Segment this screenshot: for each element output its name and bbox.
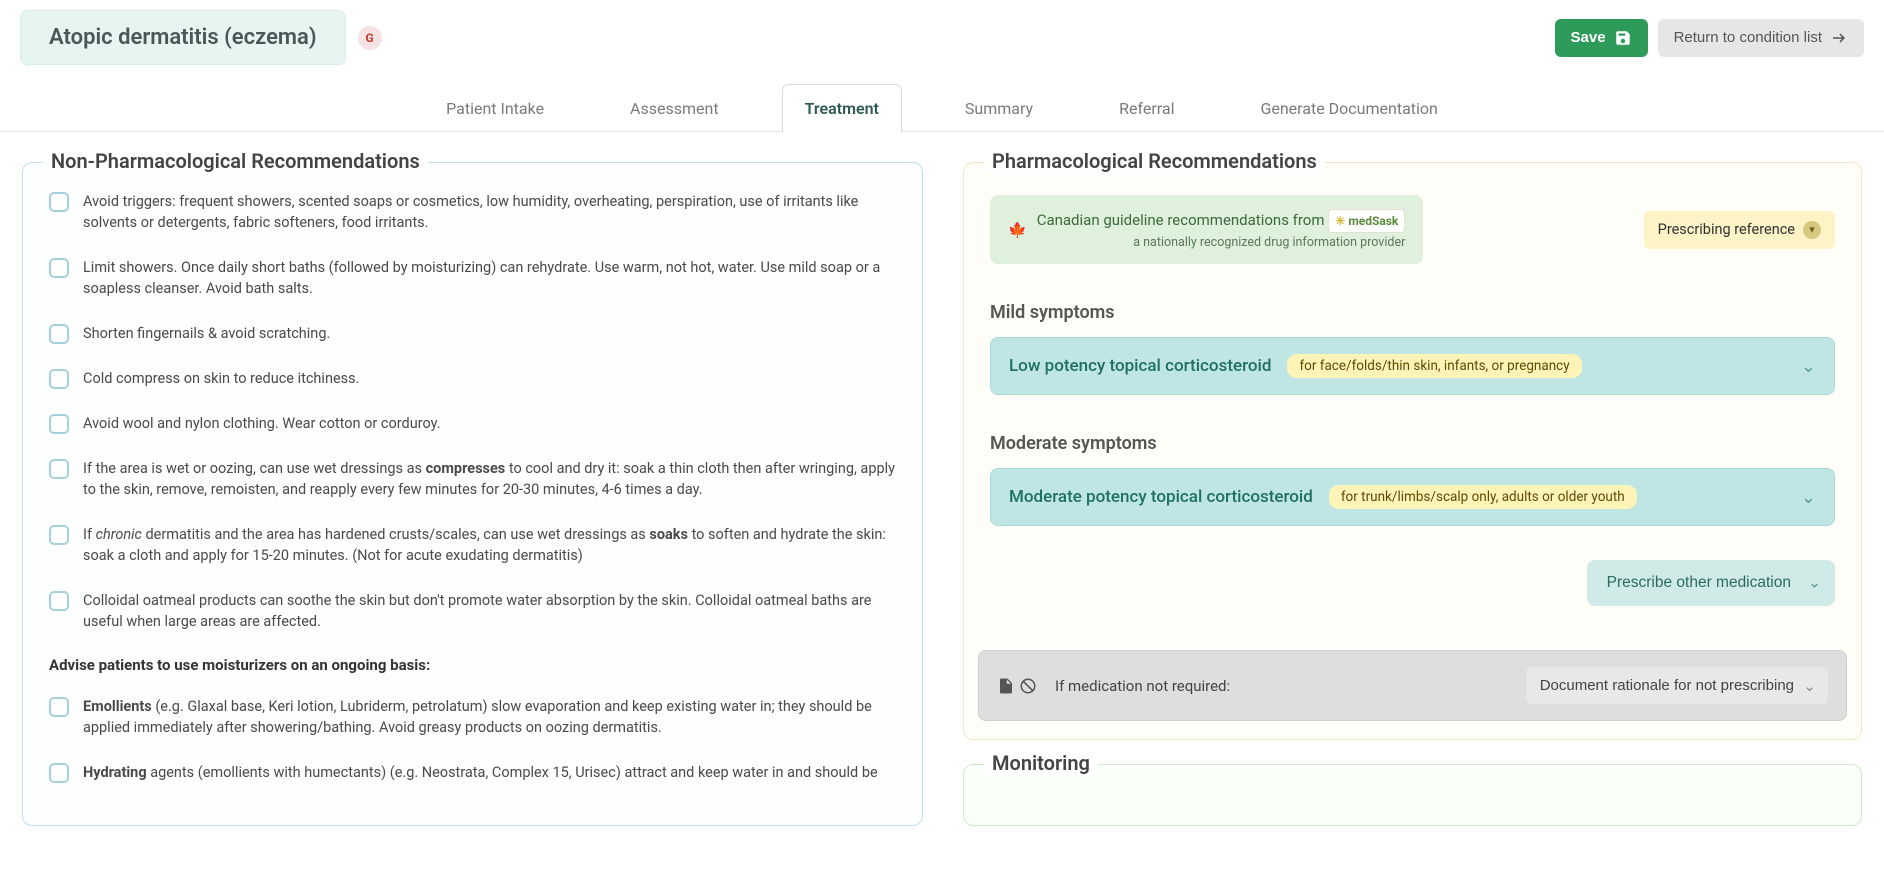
tab-patient-intake[interactable]: Patient Intake — [423, 84, 567, 132]
check-row: Emollients (e.g. Glaxal base, Keri lotio… — [49, 696, 896, 738]
checkbox[interactable] — [49, 591, 69, 611]
document-rationale-button[interactable]: Document rationale for not prescribing ⌄ — [1526, 667, 1828, 704]
chevron-down-icon: ⌄ — [1801, 487, 1816, 508]
tab-summary[interactable]: Summary — [942, 84, 1056, 132]
medication-title: Moderate potency topical corticosteroid — [1009, 487, 1313, 507]
check-text: Cold compress on skin to reduce itchines… — [83, 368, 359, 389]
return-button[interactable]: Return to condition list — [1658, 19, 1864, 57]
nonpharm-checklist: Avoid triggers: frequent showers, scente… — [23, 187, 922, 783]
prescribe-other-button[interactable]: Prescribe other medication ⌄ — [1587, 560, 1835, 606]
medication-card[interactable]: Low potency topical corticosteroid for fa… — [990, 337, 1835, 395]
medsask-badge: ✳ medSask — [1328, 209, 1405, 233]
nonpharm-panel: Non-Pharmacological Recommendations Avoi… — [22, 162, 923, 826]
check-row: Avoid wool and nylon clothing. Wear cott… — [49, 413, 896, 434]
document-rationale-label: Document rationale for not prescribing — [1540, 677, 1794, 694]
rationale-bar: If medication not required: Document rat… — [978, 650, 1847, 721]
rationale-icons — [997, 677, 1037, 695]
check-row: If the area is wet or oozing, can use we… — [49, 458, 896, 500]
prescribing-reference-label: Prescribing reference — [1658, 221, 1795, 238]
chevron-down-icon: ⌄ — [1803, 677, 1816, 695]
medication-tag: for trunk/limbs/scalp only, adults or ol… — [1329, 485, 1637, 509]
check-text: Avoid triggers: frequent showers, scente… — [83, 191, 896, 233]
check-row: Shorten fingernails & avoid scratching. — [49, 323, 896, 344]
tab-generate-documentation[interactable]: Generate Documentation — [1237, 84, 1460, 132]
check-text: Colloidal oatmeal products can soothe th… — [83, 590, 896, 632]
pharm-title: Pharmacological Recommendations — [984, 149, 1325, 173]
check-text: Hydrating agents (emollients with humect… — [83, 762, 878, 783]
check-text: If the area is wet or oozing, can use we… — [83, 458, 896, 500]
save-icon — [1614, 29, 1632, 47]
check-text: Shorten fingernails & avoid scratching. — [83, 323, 330, 344]
check-row: If chronic dermatitis and the area has h… — [49, 524, 896, 566]
right-column: Pharmacological Recommendations 🍁 Canadi… — [963, 162, 1862, 826]
return-button-label: Return to condition list — [1674, 29, 1822, 46]
medication-tag: for face/folds/thin skin, infants, or pr… — [1287, 354, 1581, 378]
topbar: Atopic dermatitis (eczema) G Save Return… — [0, 0, 1884, 65]
no-icon — [1019, 677, 1037, 695]
check-row: Limit showers. Once daily short baths (f… — [49, 257, 896, 299]
monitoring-title: Monitoring — [984, 751, 1098, 775]
document-icon — [997, 677, 1015, 695]
topbar-left: Atopic dermatitis (eczema) G — [20, 10, 382, 65]
arrow-right-icon — [1830, 29, 1848, 47]
guideline-banner: 🍁 Canadian guideline recommendations fro… — [990, 195, 1835, 264]
status-badge: G — [358, 26, 382, 50]
tab-assessment[interactable]: Assessment — [607, 84, 742, 132]
tab-referral[interactable]: Referral — [1096, 84, 1197, 132]
prescribing-reference-button[interactable]: Prescribing reference ▾ — [1644, 211, 1835, 249]
checkbox[interactable] — [49, 414, 69, 434]
chevron-down-icon: ⌄ — [1808, 574, 1821, 593]
nonpharm-title: Non-Pharmacological Recommendations — [43, 149, 428, 173]
checkbox[interactable] — [49, 324, 69, 344]
checkbox[interactable] — [49, 258, 69, 278]
maple-leaf-icon: 🍁 — [1008, 221, 1027, 239]
check-row: Cold compress on skin to reduce itchines… — [49, 368, 896, 389]
checkbox[interactable] — [49, 525, 69, 545]
prescribe-other-label: Prescribe other medication — [1607, 574, 1791, 591]
check-text: Limit showers. Once daily short baths (f… — [83, 257, 896, 299]
checkbox[interactable] — [49, 369, 69, 389]
chevron-down-icon: ▾ — [1803, 221, 1821, 239]
medication-card[interactable]: Moderate potency topical corticosteroid f… — [990, 468, 1835, 526]
pharm-panel: Pharmacological Recommendations 🍁 Canadi… — [963, 162, 1862, 740]
chevron-down-icon: ⌄ — [1801, 356, 1816, 377]
guideline-text: Canadian guideline recommendations from … — [1037, 211, 1406, 229]
other-medication-row: Prescribe other medication ⌄ — [990, 560, 1835, 606]
guideline-pill: 🍁 Canadian guideline recommendations fro… — [990, 195, 1423, 264]
save-button[interactable]: Save — [1555, 19, 1648, 57]
moisturizer-heading: Advise patients to use moisturizers on a… — [49, 656, 896, 674]
condition-title-chip: Atopic dermatitis (eczema) — [20, 10, 346, 65]
check-row: Hydrating agents (emollients with humect… — [49, 762, 896, 783]
checkbox[interactable] — [49, 459, 69, 479]
main-columns: Non-Pharmacological Recommendations Avoi… — [0, 132, 1884, 856]
rationale-prompt: If medication not required: — [1055, 677, 1230, 695]
check-text: Emollients (e.g. Glaxal base, Keri lotio… — [83, 696, 896, 738]
tab-treatment[interactable]: Treatment — [782, 84, 902, 132]
checkbox[interactable] — [49, 763, 69, 783]
sun-icon: ✳ — [1335, 213, 1345, 229]
monitoring-panel: Monitoring — [963, 764, 1862, 826]
check-text: If chronic dermatitis and the area has h… — [83, 524, 896, 566]
checkbox[interactable] — [49, 697, 69, 717]
check-row: Avoid triggers: frequent showers, scente… — [49, 191, 896, 233]
checkbox[interactable] — [49, 192, 69, 212]
check-row: Colloidal oatmeal products can soothe th… — [49, 590, 896, 632]
save-button-label: Save — [1571, 29, 1606, 46]
severity-label: Moderate symptoms — [990, 433, 1835, 454]
severity-label: Mild symptoms — [990, 302, 1835, 323]
guideline-subtext: a nationally recognized drug information… — [1037, 235, 1406, 250]
tabs: Patient Intake Assessment Treatment Summary… — [0, 83, 1884, 132]
medication-title: Low potency topical corticosteroid — [1009, 356, 1271, 376]
topbar-right: Save Return to condition list — [1555, 19, 1864, 57]
check-text: Avoid wool and nylon clothing. Wear cott… — [83, 413, 441, 434]
